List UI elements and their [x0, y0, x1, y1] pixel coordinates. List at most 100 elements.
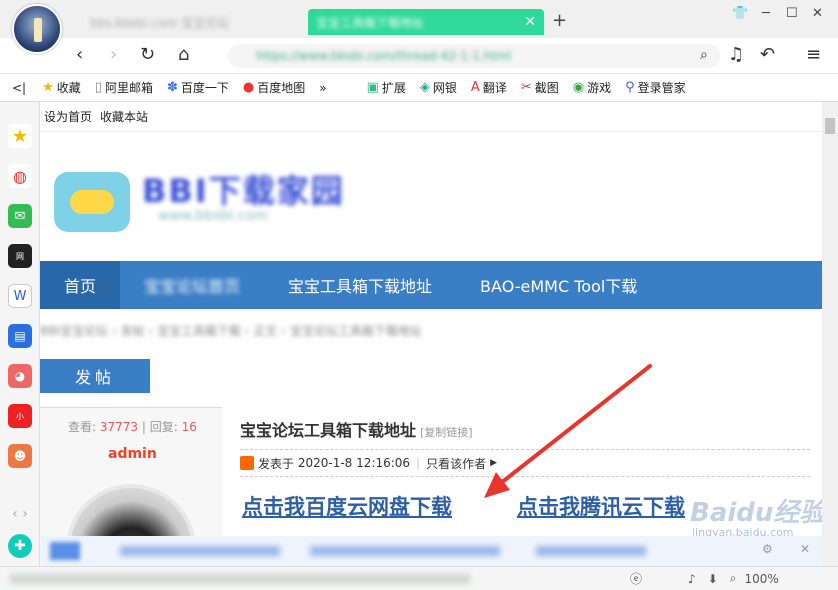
notice-item[interactable]: [310, 546, 500, 556]
tab-label: 宝宝工具箱下载地址: [316, 15, 425, 30]
game-app-icon[interactable]: 网: [8, 244, 32, 268]
undo-icon[interactable]: ↶: [760, 44, 775, 65]
url-text: https://www.bbsbi.com/thread-42-1-1.html: [256, 49, 512, 63]
bookmark-baidu[interactable]: ✽ 百度一下: [167, 79, 229, 96]
pin-icon: ●: [242, 80, 255, 95]
baidu-watermark: Baidu经验: [690, 498, 826, 528]
site-menu: 首页 宝宝论坛首页 宝宝工具箱下载地址 BAO-eMMC Tool下载: [40, 261, 822, 309]
site-logo-icon[interactable]: [54, 172, 130, 232]
bookmark-extensions[interactable]: ▣ 扩展: [367, 79, 406, 96]
bookmark-login-manager[interactable]: ⚲ 登录管家: [625, 79, 686, 96]
notification-bar: ⚙ ✕: [40, 536, 822, 566]
speaker-icon[interactable]: ♪: [688, 572, 696, 586]
game2-icon[interactable]: ◕: [8, 364, 32, 388]
post-title: 宝宝论坛工具箱下载地址 [复制链接]: [240, 417, 473, 441]
menu-icon[interactable]: ≡: [806, 44, 821, 65]
tab-inactive[interactable]: bbs.bbsbi.com 宝宝论坛: [82, 9, 300, 35]
tab-bar: bbs.bbsbi.com 宝宝论坛 宝宝工具箱下载地址 ✕ + 👕 ─ ☐ ✕: [0, 0, 838, 54]
bookmark-favorites[interactable]: ★ 收藏: [42, 79, 81, 96]
headphones-icon[interactable]: ♫: [728, 44, 744, 65]
bookmark-games[interactable]: ◉ 游戏: [573, 79, 611, 96]
sidebar: ★ ◍ ✉ 网 W ▤ ◕ 小 ☻ ‹ › ✚: [0, 102, 40, 566]
page-icon: ▯: [94, 80, 102, 95]
posted-time: 2020-1-8 12:16:06: [297, 456, 411, 470]
bookmark-label: 阿里邮箱: [104, 81, 153, 95]
refresh-icon[interactable]: ↻: [140, 44, 155, 65]
skin-icon[interactable]: 👕: [732, 6, 748, 21]
forward-icon[interactable]: ›: [110, 44, 117, 65]
views-label: 查看:: [68, 420, 97, 434]
scissors-icon: ✂: [520, 80, 532, 95]
menu-item-emmc[interactable]: BAO-eMMC Tool下载: [456, 261, 661, 309]
scrollbar-thumb[interactable]: [825, 118, 835, 134]
vertical-scrollbar[interactable]: [822, 102, 838, 566]
views-count: 37773: [99, 420, 139, 434]
sidebar-nav-icon[interactable]: ‹ ›: [8, 502, 32, 526]
set-homepage-link[interactable]: 设为首页: [44, 108, 92, 125]
bookmark-translate[interactable]: A 翻译: [471, 79, 507, 96]
mail-icon[interactable]: ✉: [8, 204, 32, 228]
game3-icon[interactable]: ☻: [8, 444, 32, 468]
maximize-icon[interactable]: ☐: [786, 6, 798, 21]
ie-icon[interactable]: ⓔ: [630, 570, 642, 587]
collapse-icon[interactable]: <|: [12, 81, 26, 95]
replies-label: | 回复:: [141, 420, 178, 434]
search-icon[interactable]: ⌕: [700, 47, 708, 63]
notice-item[interactable]: [120, 546, 280, 556]
new-tab-button[interactable]: +: [552, 10, 567, 31]
bookmark-label: 截图: [534, 81, 559, 95]
bookmark-label: 游戏: [587, 81, 612, 95]
address-bar[interactable]: https://www.bbsbi.com/thread-42-1-1.html: [228, 44, 720, 68]
home-icon[interactable]: ⌂: [178, 44, 189, 65]
chat-icon[interactable]: ▤: [8, 324, 32, 348]
star-icon: ★: [42, 80, 54, 95]
menu-item-toolbox[interactable]: 宝宝工具箱下载地址: [264, 261, 456, 309]
translate-icon: A: [470, 80, 480, 95]
bookmark-label: 百度一下: [180, 81, 229, 95]
bookmark-screenshot[interactable]: ✂ 截图: [521, 79, 559, 96]
bookmark-label: 收藏: [56, 81, 81, 95]
bookmark-label: 翻译: [482, 81, 507, 95]
favorites-icon[interactable]: ★: [8, 124, 32, 148]
close-icon[interactable]: ✕: [524, 14, 536, 30]
menu-item-forum[interactable]: 宝宝论坛首页: [120, 261, 264, 309]
bookmark-label: 网银: [432, 81, 457, 95]
breadcrumb[interactable]: BBI宝宝论坛 › 发帖 › 宝宝工具箱下载 › 正文 › 宝宝论坛工具箱下载地…: [40, 322, 422, 339]
thread-stats: 查看: 37773 | 回复: 16: [68, 418, 197, 435]
red-app-icon[interactable]: 小: [8, 404, 32, 428]
copy-link[interactable]: [复制链接]: [420, 426, 473, 439]
posted-label: 发表于: [258, 456, 295, 471]
minimize-icon[interactable]: ─: [762, 6, 770, 21]
zoom-level[interactable]: 100%: [744, 572, 778, 586]
download-icon[interactable]: ⬇: [708, 572, 718, 586]
zoom-icon[interactable]: ⌕: [730, 571, 737, 586]
menu-item-home[interactable]: 首页: [40, 261, 121, 309]
user-avatar[interactable]: [12, 4, 62, 54]
bookmark-site-link[interactable]: 收藏本站: [100, 108, 148, 125]
settings-icon[interactable]: ⚙: [762, 542, 773, 556]
baidu-download-link[interactable]: 点击我百度云网盘下载: [242, 491, 452, 521]
author-name[interactable]: admin: [108, 446, 157, 462]
gamepad-icon: ◉: [572, 80, 585, 95]
key-icon: ⚲: [625, 80, 635, 95]
site-logo-text[interactable]: BBI下载家园: [142, 166, 345, 212]
tab-label: bbs.bbsbi.com 宝宝论坛: [90, 15, 229, 30]
status-bar: ⓔ ♪ ⬇ ⌕ 100%: [0, 566, 838, 590]
close-notice-icon[interactable]: ✕: [800, 542, 810, 556]
new-post-button[interactable]: 发帖: [40, 359, 150, 393]
weibo-icon[interactable]: ◍: [8, 164, 32, 188]
bookmark-aliyun-mail[interactable]: ▯ 阿里邮箱: [95, 79, 153, 96]
tab-active[interactable]: 宝宝工具箱下载地址 ✕: [308, 9, 544, 35]
back-icon[interactable]: ‹: [76, 44, 83, 65]
notice-item[interactable]: [536, 546, 646, 556]
add-app-icon[interactable]: ✚: [8, 534, 32, 558]
navigation-bar: ‹ › ↻ ⌂ https://www.bbsbi.com/thread-42-…: [0, 38, 838, 74]
bookmark-label: 扩展: [381, 81, 406, 95]
word-icon[interactable]: W: [8, 284, 32, 308]
bookmark-label: 登录管家: [637, 81, 686, 95]
more-bookmarks-icon[interactable]: »: [319, 81, 326, 95]
bookmark-bank[interactable]: ◈ 网银: [420, 79, 457, 96]
close-window-icon[interactable]: ✕: [812, 6, 823, 21]
status-text: [10, 573, 470, 584]
bookmark-baidu-map[interactable]: ● 百度地图: [243, 79, 305, 96]
